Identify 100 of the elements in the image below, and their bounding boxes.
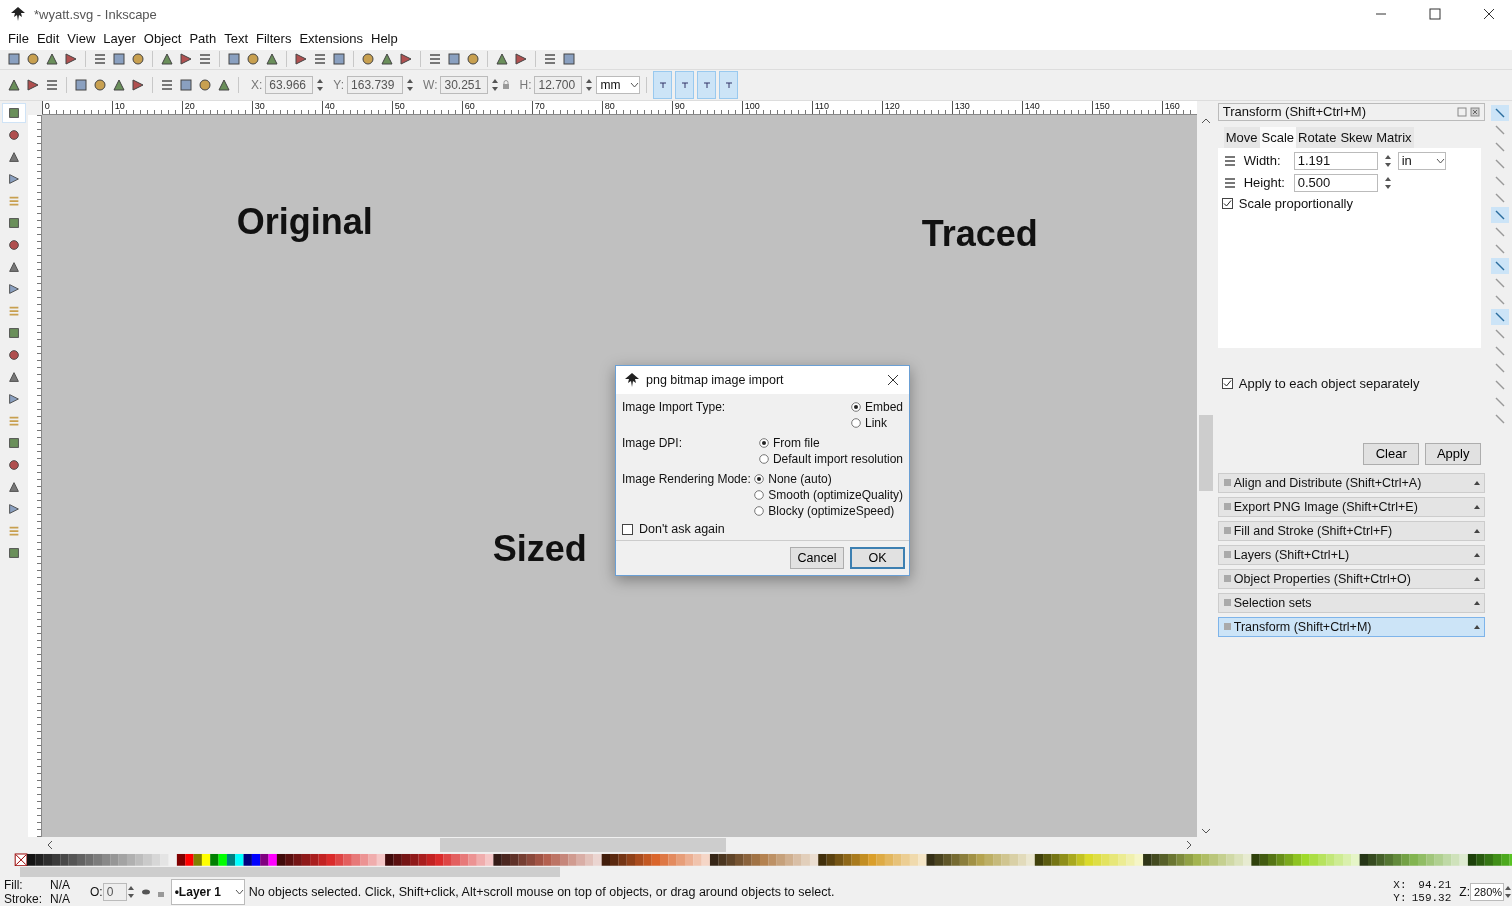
scroll-left-icon[interactable] bbox=[45, 839, 54, 850]
expand-arrow-icon[interactable] bbox=[1474, 504, 1481, 509]
caret-icon[interactable] bbox=[1435, 157, 1445, 164]
toolbar-icon[interactable] bbox=[178, 51, 194, 68]
toolbar-icon[interactable] bbox=[6, 51, 22, 68]
width-field[interactable]: 1.191 bbox=[1293, 151, 1378, 170]
snap-button[interactable] bbox=[1491, 104, 1510, 121]
expand-arrow-icon[interactable] bbox=[1474, 624, 1481, 629]
toolbar-icon[interactable] bbox=[63, 51, 79, 68]
tab[interactable]: Rotate bbox=[1296, 126, 1339, 148]
radio-button[interactable] bbox=[758, 438, 769, 448]
toolbar-icon[interactable] bbox=[44, 51, 60, 68]
toolbar-icon[interactable] bbox=[360, 51, 376, 68]
toolbar-icon[interactable] bbox=[446, 51, 462, 68]
docked-dialog-tab[interactable]: Object Properties (Shift+Ctrl+O) bbox=[1217, 568, 1486, 589]
toolbar-icon[interactable] bbox=[111, 51, 127, 68]
menu-item[interactable]: Layer bbox=[99, 31, 140, 47]
checkbox[interactable] bbox=[1221, 377, 1233, 389]
snap-button[interactable] bbox=[1491, 308, 1510, 325]
dialog-button[interactable]: Cancel bbox=[790, 547, 844, 569]
tab[interactable]: Scale bbox=[1259, 126, 1297, 148]
menu-item[interactable]: Filters bbox=[252, 31, 296, 47]
radio-button[interactable] bbox=[754, 490, 765, 500]
toolbar-icon[interactable] bbox=[293, 51, 309, 68]
toolbar-icon[interactable] bbox=[25, 76, 41, 93]
menu-item[interactable]: Path bbox=[185, 31, 221, 47]
toggle-button[interactable] bbox=[719, 70, 739, 99]
dialog-button[interactable]: OK bbox=[850, 547, 905, 569]
expand-arrow-icon[interactable] bbox=[1474, 600, 1481, 605]
canvas-text[interactable]: Original bbox=[236, 200, 373, 243]
zoom-field[interactable]: 280% bbox=[1470, 883, 1504, 901]
checkbox[interactable] bbox=[622, 523, 633, 535]
toolbar-icon[interactable] bbox=[379, 51, 395, 68]
toolbar-icon[interactable] bbox=[331, 51, 347, 68]
toolbar-icon[interactable] bbox=[130, 76, 146, 93]
menu-item[interactable]: File bbox=[4, 31, 33, 47]
toggle-button[interactable] bbox=[675, 70, 695, 99]
menu-item[interactable]: Object bbox=[139, 31, 186, 47]
layer-dropdown[interactable]: •Layer 1 bbox=[170, 879, 245, 905]
scroll-down-icon[interactable] bbox=[1200, 826, 1211, 835]
canvas-text[interactable]: Sized bbox=[492, 527, 587, 570]
height-field[interactable]: 0.500 bbox=[1293, 173, 1378, 192]
caret-icon[interactable] bbox=[630, 81, 640, 88]
toolbar-icon[interactable] bbox=[245, 51, 261, 68]
docked-dialog-tab[interactable]: Fill and Stroke (Shift+Ctrl+F) bbox=[1217, 520, 1486, 541]
expand-arrow-icon[interactable] bbox=[1474, 576, 1481, 581]
expand-arrow-icon[interactable] bbox=[1474, 480, 1481, 485]
docked-dialog-tab[interactable]: Layers (Shift+Ctrl+L) bbox=[1217, 544, 1486, 565]
toolbar-icon[interactable] bbox=[513, 51, 529, 68]
menu-item[interactable]: Text bbox=[220, 31, 252, 47]
unit-dropdown[interactable]: mm bbox=[596, 75, 641, 94]
scroll-thumb[interactable] bbox=[439, 837, 726, 852]
toolbar-icon[interactable] bbox=[178, 76, 194, 93]
unit-dropdown[interactable]: in bbox=[1397, 151, 1446, 170]
opacity-field[interactable]: 0 bbox=[102, 883, 127, 901]
palette-scrollbar[interactable] bbox=[20, 867, 560, 878]
toolbar-icon[interactable] bbox=[159, 51, 175, 68]
toggle-button[interactable] bbox=[697, 70, 717, 99]
menu-item[interactable]: Help bbox=[367, 31, 402, 47]
scroll-thumb[interactable] bbox=[1198, 414, 1213, 491]
toolbar-icon[interactable] bbox=[226, 51, 242, 68]
toolbar-icon[interactable] bbox=[494, 51, 510, 68]
canvas-text[interactable]: Traced bbox=[921, 212, 1038, 255]
toggle-button[interactable] bbox=[653, 70, 673, 99]
toolbar-icon[interactable] bbox=[73, 76, 89, 93]
radio-button[interactable] bbox=[850, 418, 861, 428]
radio-button[interactable] bbox=[850, 402, 861, 412]
radio-button[interactable] bbox=[754, 506, 765, 516]
expand-arrow-icon[interactable] bbox=[1474, 528, 1481, 533]
tab[interactable]: Matrix bbox=[1374, 126, 1414, 148]
panel-button[interactable]: Clear bbox=[1363, 442, 1420, 465]
menu-item[interactable]: Edit bbox=[32, 31, 64, 47]
toolbar-icon[interactable] bbox=[197, 76, 213, 93]
docked-dialog-tab[interactable]: Selection sets bbox=[1217, 592, 1486, 613]
tool-button[interactable] bbox=[1, 102, 26, 123]
snap-button[interactable] bbox=[1491, 206, 1510, 223]
toolbar-icon[interactable] bbox=[465, 51, 481, 68]
toolbar-icon[interactable] bbox=[25, 51, 41, 68]
menu-item[interactable]: View bbox=[63, 31, 100, 47]
toolbar-icon[interactable] bbox=[398, 51, 414, 68]
radio-button[interactable] bbox=[758, 454, 769, 464]
docked-dialog-tab[interactable]: Align and Distribute (Shift+Ctrl+A) bbox=[1217, 472, 1486, 493]
radio-button[interactable] bbox=[754, 474, 765, 484]
tab[interactable]: Move bbox=[1223, 126, 1260, 148]
menu-item[interactable]: Extensions bbox=[295, 31, 367, 47]
toolbar-icon[interactable] bbox=[264, 51, 280, 68]
expand-arrow-icon[interactable] bbox=[1474, 552, 1481, 557]
caret-icon[interactable] bbox=[234, 889, 244, 895]
docked-dialog-tab[interactable]: Export PNG Image (Shift+Ctrl+E) bbox=[1217, 496, 1486, 517]
tab[interactable]: Skew bbox=[1338, 126, 1375, 148]
panel-button[interactable]: Apply bbox=[1425, 442, 1482, 465]
toolbar-icon[interactable] bbox=[561, 51, 577, 68]
snap-button[interactable] bbox=[1491, 257, 1510, 274]
docked-dialog-tab[interactable]: Transform (Shift+Ctrl+M) bbox=[1217, 616, 1486, 637]
scroll-up-icon[interactable] bbox=[1200, 116, 1211, 125]
toolbar-icon[interactable] bbox=[92, 76, 108, 93]
eye-icon[interactable] bbox=[140, 888, 151, 896]
close-icon[interactable] bbox=[887, 374, 899, 386]
toolbar-icon[interactable] bbox=[130, 51, 146, 68]
scroll-right-icon[interactable] bbox=[1184, 839, 1193, 850]
